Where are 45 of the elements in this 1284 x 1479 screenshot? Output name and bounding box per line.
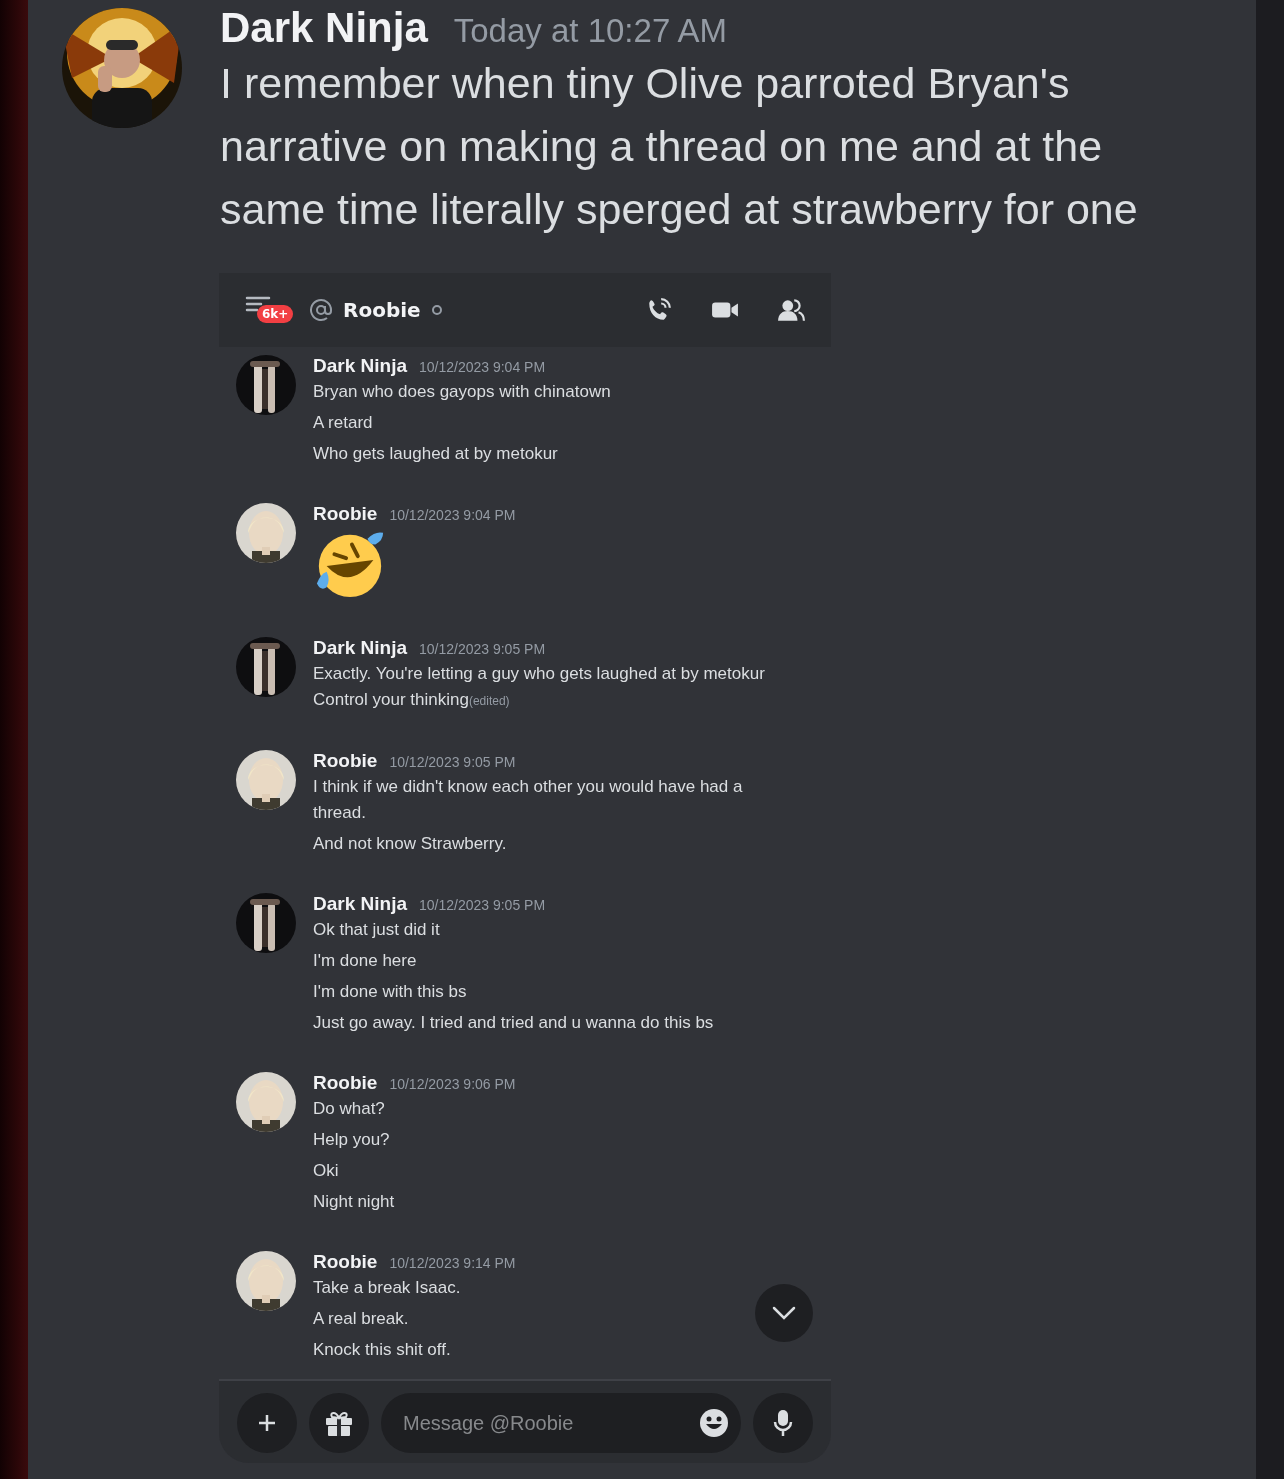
gift-icon xyxy=(324,1409,354,1437)
channel-name: Roobie xyxy=(343,298,421,322)
author-name[interactable]: Roobie xyxy=(313,750,378,772)
author-name[interactable]: Roobie xyxy=(313,1251,378,1273)
author-name[interactable]: Dark Ninja xyxy=(313,637,407,659)
author-name[interactable]: Roobie xyxy=(313,1072,378,1094)
message-text: Knock this shit off. xyxy=(313,1339,452,1361)
message-text: Do what? xyxy=(313,1098,386,1120)
message-text: I think if we didn't know each other you would have had a thread. xyxy=(313,776,744,824)
timestamp: 10/12/2023 9:14 PM xyxy=(389,1255,516,1271)
message-text: A real break. xyxy=(313,1308,410,1330)
timestamp: 10/12/2023 9:06 PM xyxy=(389,1076,516,1092)
message-bar[interactable]: Message @Roobie xyxy=(381,1393,741,1453)
timestamp: Today at 10:27 AM xyxy=(453,12,728,50)
microphone-icon xyxy=(773,1409,793,1437)
smiley-icon[interactable] xyxy=(699,1408,729,1438)
people-icon[interactable] xyxy=(777,297,805,323)
message-text: I remember when tiny Olive parroted Bryan's narrative on making a thread on me and at the same time literally sperged at strawberry for one xyxy=(220,58,1139,235)
message-text: And not know Strawberry. xyxy=(313,833,508,855)
status-icon xyxy=(430,304,443,316)
message-text: Exactly. You're letting a guy who gets laughed at by metokur Control your thinking(edited) xyxy=(313,663,766,711)
message-text: Take a break Isaac. xyxy=(313,1277,462,1299)
chevron-down-icon xyxy=(772,1306,796,1320)
message-text: Oki xyxy=(313,1160,340,1182)
timestamp: 10/12/2023 9:05 PM xyxy=(389,754,516,770)
author-name[interactable]: Roobie xyxy=(313,503,378,525)
timestamp: 10/12/2023 9:04 PM xyxy=(389,507,516,523)
message-text: I'm done with this bs xyxy=(313,981,468,1003)
message-text: Night night xyxy=(313,1191,396,1213)
message-text: A retard xyxy=(313,412,374,434)
author-name[interactable]: Dark Ninja xyxy=(313,893,407,915)
plus-icon xyxy=(257,1413,277,1433)
message-text: Just go away. I tried and tried and u wanna do this bs xyxy=(313,1012,715,1034)
author-name[interactable]: Dark Ninja xyxy=(220,4,428,52)
timestamp: 10/12/2023 9:05 PM xyxy=(419,641,546,657)
message-text: Who gets laughed at by metokur xyxy=(313,443,559,465)
at-sign-icon xyxy=(309,298,333,322)
message-text: I'm done here xyxy=(313,950,418,972)
unread-badge: 6k+ xyxy=(257,305,294,323)
author-name[interactable]: Dark Ninja xyxy=(313,355,407,377)
message-text: Ok that just did it xyxy=(313,919,441,941)
message-text: Help you? xyxy=(313,1129,391,1151)
message-text: Bryan who does gayops with chinatown xyxy=(313,381,612,403)
timestamp: 10/12/2023 9:05 PM xyxy=(419,897,546,913)
timestamp: 10/12/2023 9:04 PM xyxy=(419,359,546,375)
